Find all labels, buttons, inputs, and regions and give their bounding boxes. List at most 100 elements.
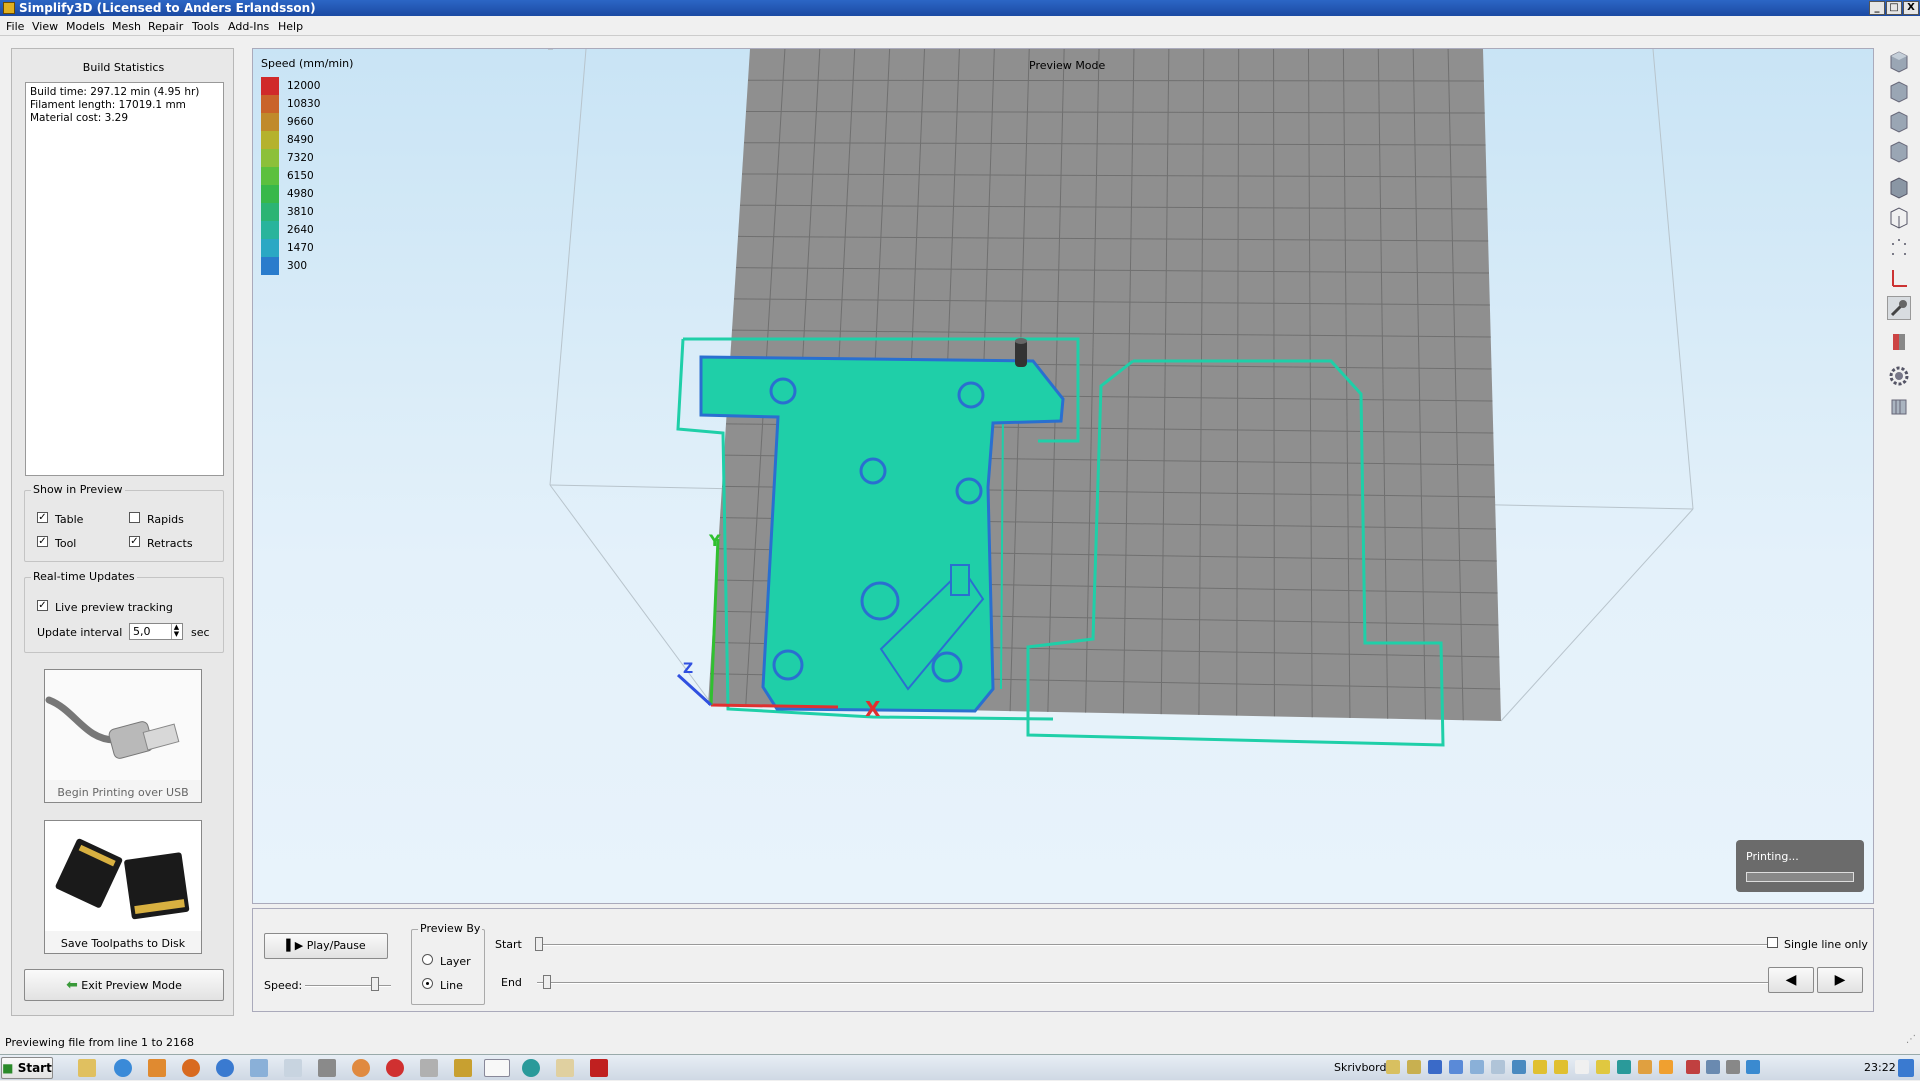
part-hole <box>859 457 887 485</box>
minimize-button[interactable]: _ <box>1869 1 1885 15</box>
points-icon[interactable] <box>1887 236 1911 260</box>
step-back-icon: ◀ <box>1785 972 1797 988</box>
view-right-icon[interactable] <box>1887 140 1911 164</box>
tray-icon[interactable] <box>1554 1060 1568 1074</box>
menu-file[interactable]: File <box>6 20 24 33</box>
view-iso-icon[interactable] <box>1887 176 1911 200</box>
tray-icon[interactable] <box>1407 1060 1421 1074</box>
axes-icon[interactable] <box>1887 266 1911 290</box>
menu-add-ins[interactable]: Add-Ins <box>228 20 269 33</box>
firefox-icon[interactable] <box>182 1059 200 1077</box>
end-slider-track[interactable] <box>537 982 1775 984</box>
maximize-button[interactable]: □ <box>1886 1 1902 15</box>
step-back-button[interactable]: ◀ <box>1768 967 1814 993</box>
tray-icon[interactable] <box>1575 1060 1589 1074</box>
back-arrow-icon: ⬅ <box>66 977 78 993</box>
legend-swatch <box>261 113 279 131</box>
app-a-icon[interactable] <box>318 1059 336 1077</box>
wireframe-icon[interactable] <box>1887 206 1911 230</box>
live-preview-checkbox[interactable]: ✓ <box>37 600 48 611</box>
tray-icon[interactable] <box>1449 1060 1463 1074</box>
menu-mesh[interactable]: Mesh <box>112 20 141 33</box>
spin-arrows-icon[interactable]: ▲ ▼ <box>171 624 181 639</box>
start-label: Start <box>17 1061 52 1075</box>
build-stats-title: Build Statistics <box>82 61 165 74</box>
tray-icon[interactable] <box>1659 1060 1673 1074</box>
desktop-label[interactable]: Skrivbord <box>1334 1061 1386 1074</box>
tool-checkbox[interactable]: ✓ <box>37 536 48 547</box>
resize-grip-icon[interactable]: ⋰ <box>1906 1034 1916 1045</box>
view-top-icon[interactable] <box>1887 50 1911 74</box>
explorer-icon[interactable] <box>78 1059 96 1077</box>
preview-viewport[interactable]: X Y Z Speed (mm/min) 12000 10830 9660 8490 7… <box>252 48 1874 904</box>
notify-icon[interactable] <box>1746 1060 1760 1074</box>
layers-icon[interactable] <box>1887 394 1911 418</box>
app-r-icon[interactable] <box>386 1059 404 1077</box>
exit-preview-label: Exit Preview Mode <box>81 979 182 992</box>
table-checkbox[interactable]: ✓ <box>37 512 48 523</box>
retracts-checkbox[interactable]: ✓ <box>129 536 140 547</box>
layer-radio[interactable] <box>422 954 433 965</box>
start-button[interactable]: ■ Start <box>1 1057 53 1079</box>
x-axis <box>710 703 839 709</box>
rapids-checkbox[interactable] <box>129 512 140 523</box>
notify-icon[interactable] <box>1686 1060 1700 1074</box>
part-hole <box>769 377 797 405</box>
realtime-updates-title: Real-time Updates <box>31 570 137 583</box>
app-tools-icon[interactable] <box>454 1059 472 1077</box>
start-slider-track[interactable] <box>537 944 1775 946</box>
legend-title: Speed (mm/min) <box>261 57 354 70</box>
menu-view[interactable]: View <box>32 20 58 33</box>
show-desktop-icon[interactable] <box>1898 1059 1914 1077</box>
tray-icon[interactable] <box>1617 1060 1631 1074</box>
menu-repair[interactable]: Repair <box>148 20 183 33</box>
view-front-icon[interactable] <box>1887 80 1911 104</box>
calendar-icon[interactable] <box>420 1059 438 1077</box>
simplify3d-task-icon[interactable] <box>484 1059 510 1077</box>
ie-icon[interactable] <box>114 1059 132 1077</box>
tray-icon[interactable] <box>1596 1060 1610 1074</box>
end-slider-thumb[interactable] <box>543 975 551 989</box>
legend-value: 12000 <box>287 80 321 92</box>
tray-icon[interactable] <box>1491 1060 1505 1074</box>
media-player-icon[interactable] <box>148 1059 166 1077</box>
app-c-icon[interactable] <box>216 1059 234 1077</box>
tray-icon[interactable] <box>1533 1060 1547 1074</box>
speed-slider-thumb[interactable] <box>371 977 379 991</box>
menu-models[interactable]: Models <box>66 20 105 33</box>
menu-help[interactable]: Help <box>278 20 303 33</box>
view-left-icon[interactable] <box>1887 110 1911 134</box>
menu-tools[interactable]: Tools <box>192 20 219 33</box>
tray-icon[interactable] <box>1386 1060 1400 1074</box>
legend-swatch <box>261 131 279 149</box>
speed-label: Speed: <box>264 979 303 992</box>
arduino-icon[interactable] <box>522 1059 540 1077</box>
notepad-icon[interactable] <box>284 1059 302 1077</box>
notify-icon[interactable] <box>1726 1060 1740 1074</box>
line-radio[interactable] <box>422 978 433 989</box>
app-disc-icon[interactable] <box>352 1059 370 1077</box>
legend-value: 2640 <box>287 224 314 236</box>
tray-icon[interactable] <box>1638 1060 1652 1074</box>
save-toolpaths-button[interactable]: Save Toolpaths to Disk <box>44 820 202 954</box>
step-forward-button[interactable]: ▶ <box>1817 967 1863 993</box>
play-pause-button[interactable]: ▌▶ Play/Pause <box>264 933 388 959</box>
close-button[interactable]: X <box>1903 1 1919 15</box>
update-interval-spinbox[interactable]: 5,0 ▲ ▼ <box>129 623 183 640</box>
exit-preview-button[interactable]: ⬅ Exit Preview Mode <box>24 969 224 1001</box>
single-line-checkbox[interactable] <box>1767 937 1778 948</box>
play-pause-label: Play/Pause <box>306 939 366 952</box>
folder-icon[interactable] <box>556 1059 574 1077</box>
tool-view-icon[interactable] <box>1887 296 1911 320</box>
tray-icon[interactable] <box>1512 1060 1526 1074</box>
settings-gear-icon[interactable] <box>1887 364 1911 388</box>
tray-icon[interactable] <box>1428 1060 1442 1074</box>
app-grid-icon[interactable] <box>250 1059 268 1077</box>
rect-cutout <box>950 564 970 596</box>
pdf-icon[interactable] <box>590 1059 608 1077</box>
begin-printing-usb-button[interactable]: Begin Printing over USB <box>44 669 202 803</box>
tray-icon[interactable] <box>1470 1060 1484 1074</box>
cross-section-icon[interactable] <box>1887 330 1911 354</box>
notify-icon[interactable] <box>1706 1060 1720 1074</box>
start-slider-thumb[interactable] <box>535 937 543 951</box>
